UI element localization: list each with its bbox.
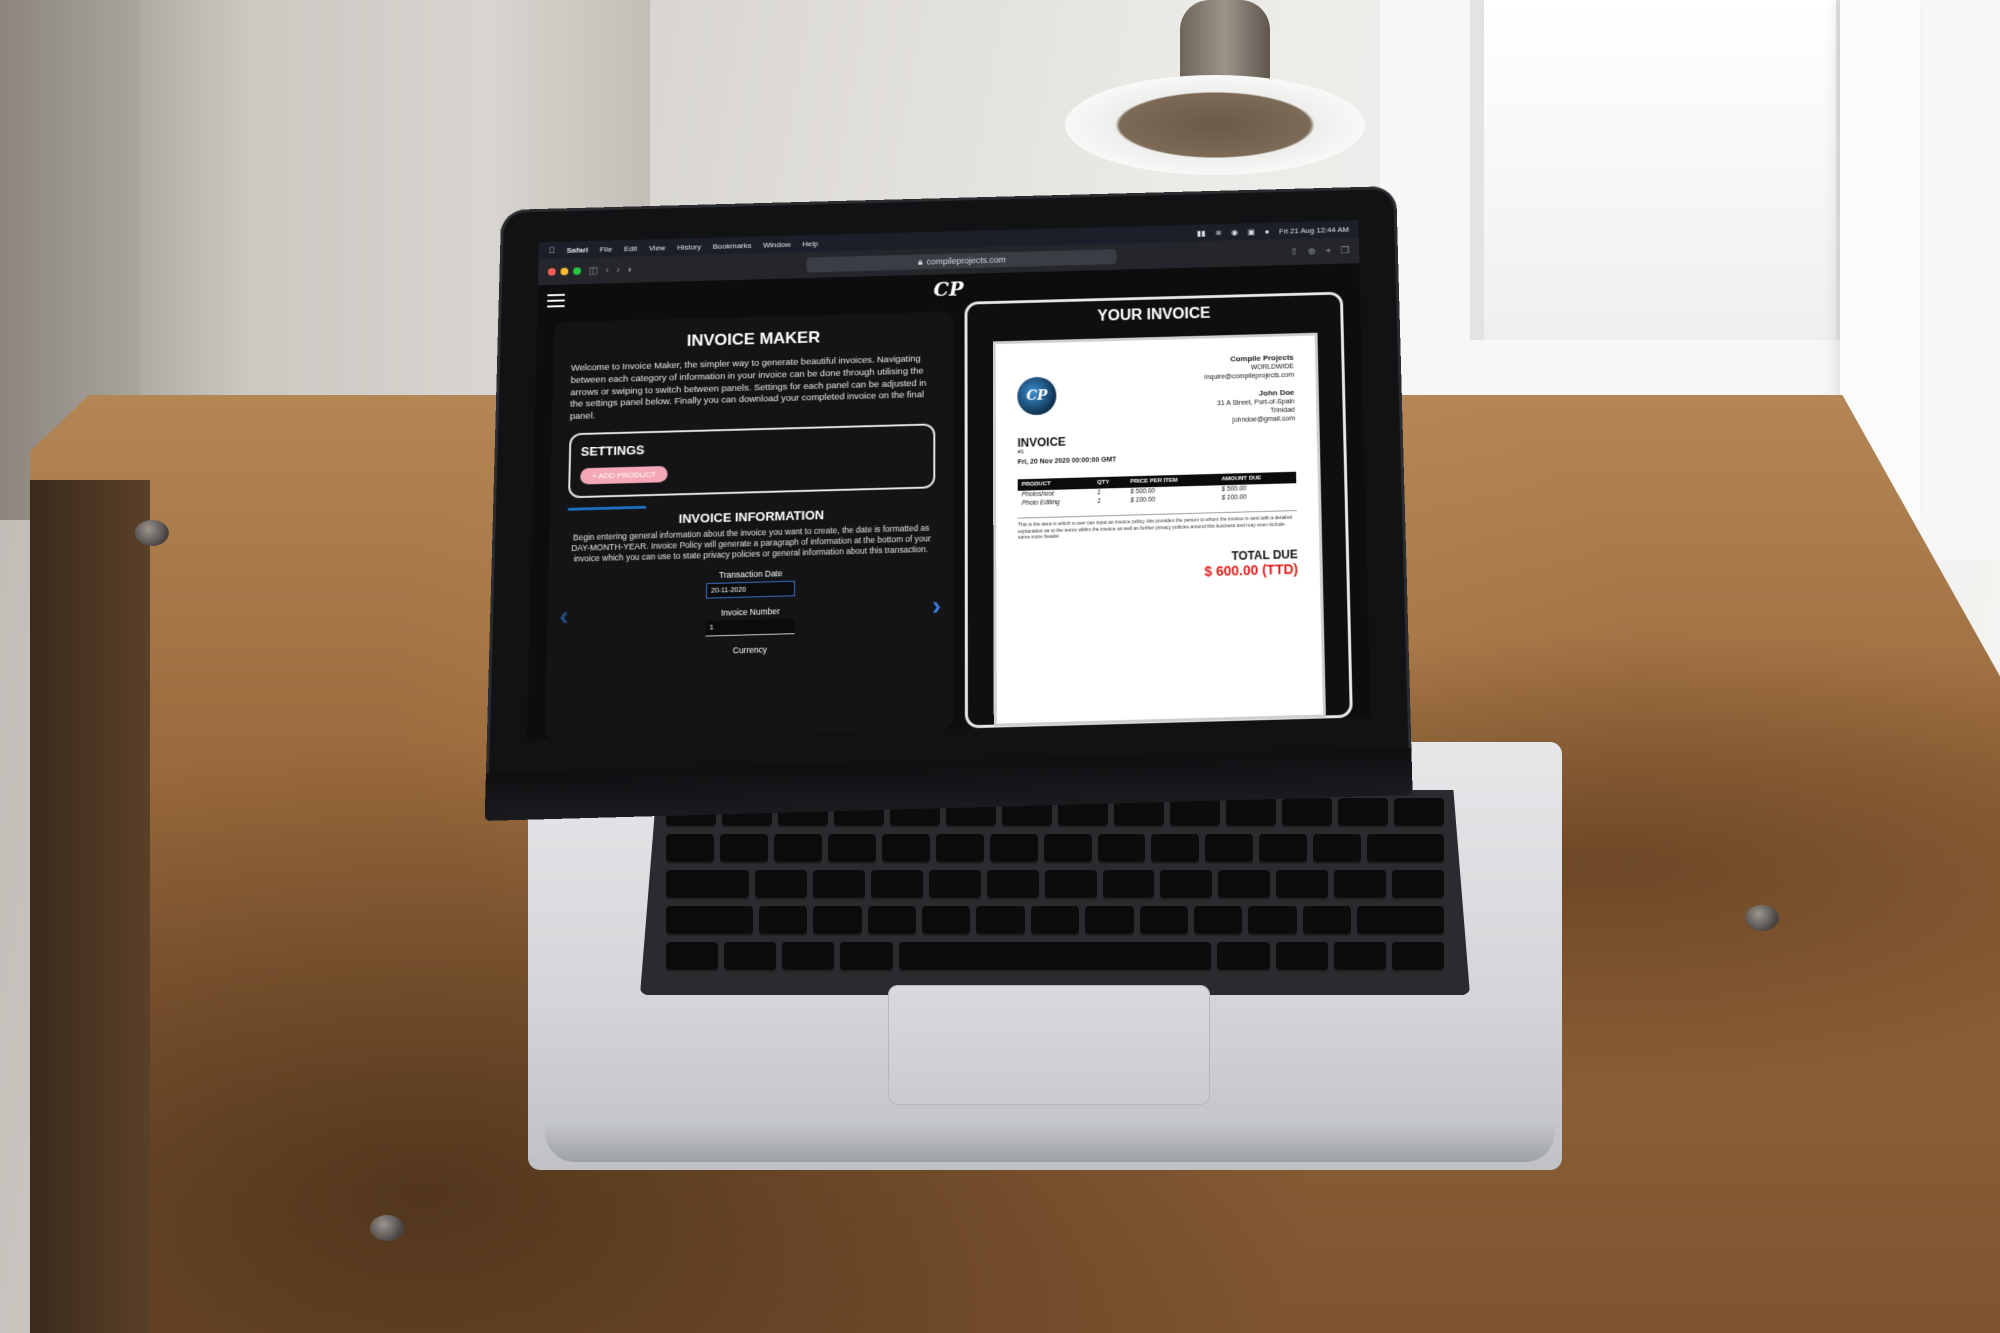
invoice-items-table: PRODUCT QTY PRICE PER ITEM AMOUNT DUE Ph… [1017,471,1297,508]
menubar-clock[interactable]: Fri 21 Aug 12:44 AM [1279,225,1349,235]
new-tab-icon[interactable]: + [1325,246,1331,256]
forward-arrow-icon[interactable]: › [616,265,619,275]
menu-view[interactable]: View [649,243,666,252]
next-panel-arrow-icon[interactable]: › [932,590,941,621]
invoice-logo: CP [1017,376,1057,416]
invoice-maker-title: INVOICE MAKER [686,328,821,350]
lock-icon: 🔒︎ [917,256,923,267]
battery-icon[interactable]: ▮▮ [1197,229,1206,238]
user-icon[interactable]: ◉ [1231,228,1238,237]
laptop-front-edge [545,1120,1555,1162]
panel-progress-indicator [567,505,647,511]
address-bar-url: compileprojects.com [926,254,1006,267]
currency-label: Currency [732,644,767,656]
browser-actions: ⇧ ⊕ + ❐ [1290,245,1350,257]
invoice-policy-text: This is the area in which a user can inp… [1017,510,1298,542]
table-bolt [370,1215,404,1241]
invoice-number-input[interactable] [705,618,795,637]
menu-edit[interactable]: Edit [624,244,638,253]
invoice-preview-panel: YOUR INVOICE CP Compile Projects WORLDWI… [964,291,1353,729]
menu-window[interactable]: Window [763,240,791,249]
web-page: CP INVOICE MAKER Welcome to Invoice Make… [526,263,1371,741]
plant-pot [1065,75,1365,175]
transaction-date-input[interactable] [706,580,796,599]
control-center-icon[interactable]: ▣ [1248,227,1255,236]
privacy-shield-icon[interactable]: ◐ [627,265,633,275]
hamburger-menu-icon[interactable] [547,293,565,308]
menu-bookmarks[interactable]: Bookmarks [713,241,752,250]
site-logo[interactable]: CP [933,278,963,301]
wifi-icon[interactable]: ≋ [1215,228,1222,237]
add-product-button[interactable]: + ADD PRODUCT [580,465,668,485]
address-bar[interactable]: 🔒︎ compileprojects.com [806,249,1117,273]
menu-help[interactable]: Help [802,239,818,248]
invoice-information-text: Begin entering general information about… [571,523,931,564]
close-window-button[interactable] [547,267,556,276]
zoom-window-button[interactable] [573,267,581,275]
laptop-screen:  Safari File Edit View History Bookmark… [526,220,1371,741]
settings-panel: SETTINGS + ADD PRODUCT [568,423,936,499]
laptop-lid:  Safari File Edit View History Bookmark… [484,186,1413,821]
column-header: QTY [1093,476,1127,489]
minimize-window-button[interactable] [560,267,569,276]
table-cell: $ 100.00 [1221,494,1247,502]
downloads-icon[interactable]: ⊕ [1308,246,1316,256]
tab-overview-icon[interactable]: ❐ [1341,245,1350,255]
invoice-parties: Compile Projects WORLDWIDE inquire@compi… [1204,353,1295,426]
trackpad [888,985,1210,1105]
keyboard [640,790,1470,995]
invoice-maker-intro: Welcome to Invoice Maker, the simpler wa… [569,353,927,423]
table-edge [30,480,150,1333]
invoice-maker-panel: INVOICE MAKER Welcome to Invoice Maker, … [544,311,953,740]
menu-file[interactable]: File [600,245,613,254]
apple-icon[interactable]:  [548,246,555,255]
invoice-total: TOTAL DUE $ 600.00 (TTD) [1018,547,1298,584]
menubar-status: ▮▮ ≋ ◉ ▣ ● Fri 21 Aug 12:44 AM [1197,225,1349,237]
invoice-document: CP Compile Projects WORLDWIDE inquire@co… [992,332,1326,727]
share-icon[interactable]: ⇧ [1290,247,1298,257]
invoice-header: CP Compile Projects WORLDWIDE inquire@co… [1017,353,1295,431]
menu-app-name[interactable]: Safari [567,245,589,254]
menu-history[interactable]: History [677,242,701,251]
client-email: johndoe@gmail.com [1232,415,1296,425]
previous-panel-arrow-icon[interactable]: ‹ [559,600,569,631]
table-cell: Photo Editing [1021,499,1060,508]
table-bolt [1745,905,1779,931]
window-pane [1470,0,1850,340]
back-arrow-icon[interactable]: ‹ [605,265,608,275]
siri-icon[interactable]: ● [1265,227,1270,235]
photo-scene:  Safari File Edit View History Bookmark… [0,0,2000,1333]
sidebar-toggle-icon[interactable]: ◫ [589,265,598,276]
settings-title: SETTINGS [580,442,645,459]
table-cell: 1 [1097,498,1101,506]
table-bolt [135,520,169,546]
your-invoice-title: YOUR INVOICE [1097,305,1211,325]
window-controls [547,267,581,276]
table-cell: $ 100.00 [1130,496,1156,505]
